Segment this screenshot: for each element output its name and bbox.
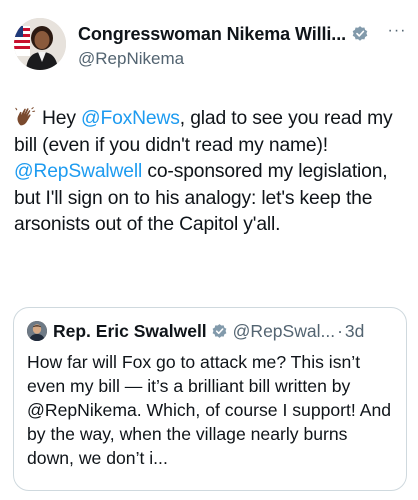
quoted-author-handle[interactable]: @RepSwal... (233, 321, 335, 342)
more-options-icon[interactable]: ··· (386, 23, 408, 39)
quoted-avatar-image (27, 321, 47, 341)
display-name-row: Congresswoman Nikema Willi... (78, 22, 398, 46)
author-avatar[interactable] (14, 18, 66, 70)
quoted-author-avatar[interactable] (27, 321, 47, 341)
quoted-author-display-name[interactable]: Rep. Eric Swalwell (53, 321, 207, 342)
verified-badge-icon (351, 25, 369, 43)
tweet-body: Hey @FoxNews, glad to see you read my bi… (14, 106, 410, 239)
author-handle[interactable]: @RepNikema (78, 49, 398, 69)
mention-repswalwell-link[interactable]: @RepSwalwell (14, 161, 142, 182)
quoted-tweet-card[interactable]: Rep. Eric Swalwell @RepSwal... · 3d How … (13, 307, 407, 491)
quoted-timestamp[interactable]: 3d (345, 321, 364, 342)
author-display-name[interactable]: Congresswoman Nikema Willi... (78, 24, 346, 45)
quoted-tweet-header: Rep. Eric Swalwell @RepSwal... · 3d (27, 320, 397, 342)
quoted-verified-badge-icon (211, 323, 228, 340)
quoted-tweet-text: How far will Fox go to attack me? This i… (27, 352, 392, 468)
mention-foxnews-link[interactable]: @FoxNews (81, 108, 180, 129)
avatar-image (14, 18, 66, 70)
waving-hand-icon (14, 106, 36, 128)
tweet-header: Congresswoman Nikema Willi... @RepNikema… (14, 14, 412, 74)
tweet[interactable]: Congresswoman Nikema Willi... @RepNikema… (0, 0, 418, 500)
quoted-separator: · (337, 320, 343, 341)
body-text-segment: Hey (42, 108, 82, 129)
author-info: Congresswoman Nikema Willi... @RepNikema (78, 22, 398, 69)
